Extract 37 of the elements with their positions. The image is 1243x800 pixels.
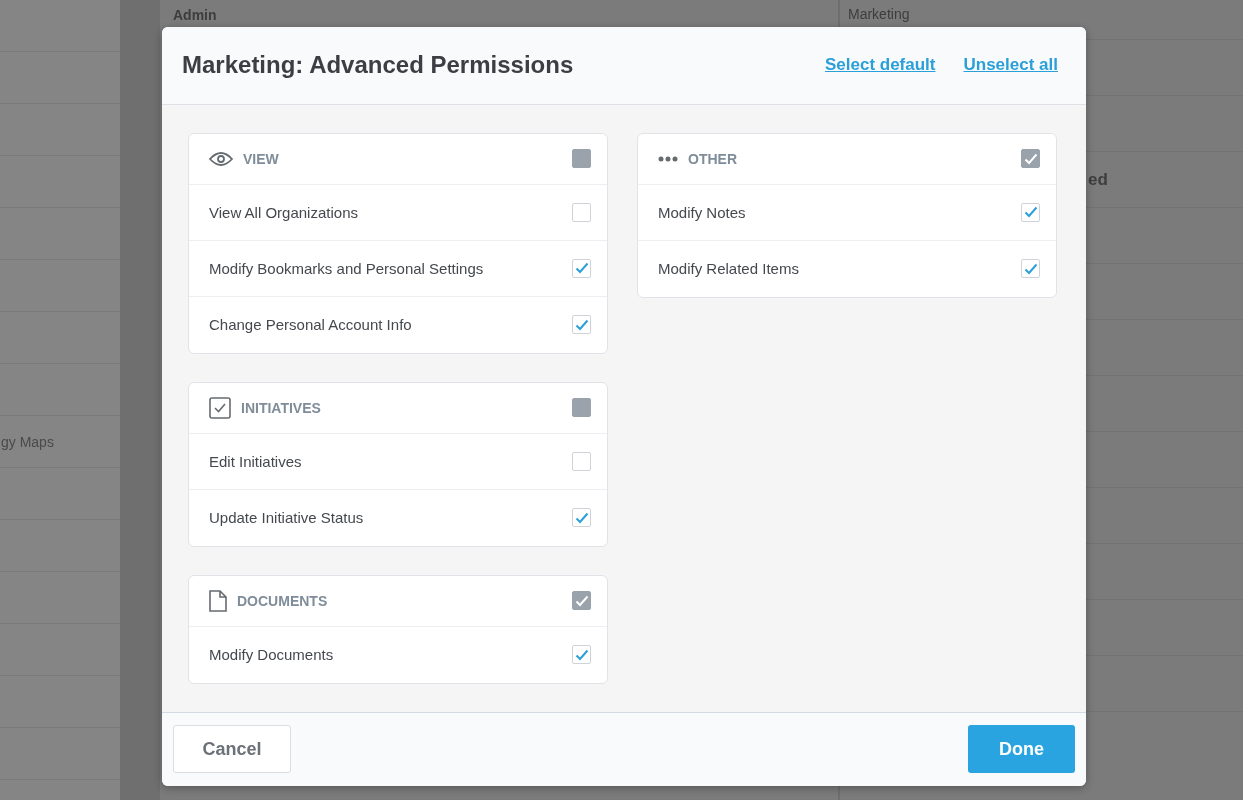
group-title: INITIATIVES [241,399,322,416]
permission-checkbox[interactable] [1021,259,1040,279]
permission-label: Modify Documents [209,646,335,664]
panel-text: ed [1088,169,1108,190]
document-icon [209,589,227,612]
group-checkbox[interactable] [572,149,591,169]
permission-checkbox[interactable] [572,508,591,528]
permission-checkbox[interactable] [572,202,591,222]
panel-title: Marketing [848,6,910,22]
cancel-button[interactable]: Cancel [173,725,291,774]
permission-checkbox[interactable] [572,451,591,471]
more-icon [658,155,678,162]
permission-checkbox[interactable] [572,315,591,335]
checkbox-icon [209,396,231,419]
header-link[interactable]: Unselect all [963,55,1058,76]
group-title: VIEW [243,150,280,167]
dialog-title: Marketing: Advanced Permissions [182,51,575,80]
header-link[interactable]: Select default [824,55,936,76]
sidebar-item[interactable]: gy Maps [1,433,54,450]
group-checkbox[interactable] [572,591,591,611]
permission-label: View All Organizations [209,203,359,221]
permission-checkbox[interactable] [1021,202,1040,222]
group-checkbox[interactable] [1021,149,1040,169]
permission-label: Modify Notes [658,203,747,221]
permission-label: Modify Related Items [658,260,800,278]
group-title: OTHER [688,150,738,167]
permission-checkbox[interactable] [572,645,591,665]
permission-label: Modify Bookmarks and Personal Settings [209,259,485,277]
permission-label: Update Initiative Status [209,509,365,527]
page-header: Admin [173,7,217,23]
done-button[interactable]: Done [968,725,1075,774]
eye-icon [209,150,233,167]
permission-label: Change Personal Account Info [209,316,413,334]
group-title: DOCUMENTS [237,592,329,609]
permission-checkbox[interactable] [572,258,591,278]
group-checkbox[interactable] [572,398,591,418]
permission-label: Edit Initiatives [209,452,303,470]
